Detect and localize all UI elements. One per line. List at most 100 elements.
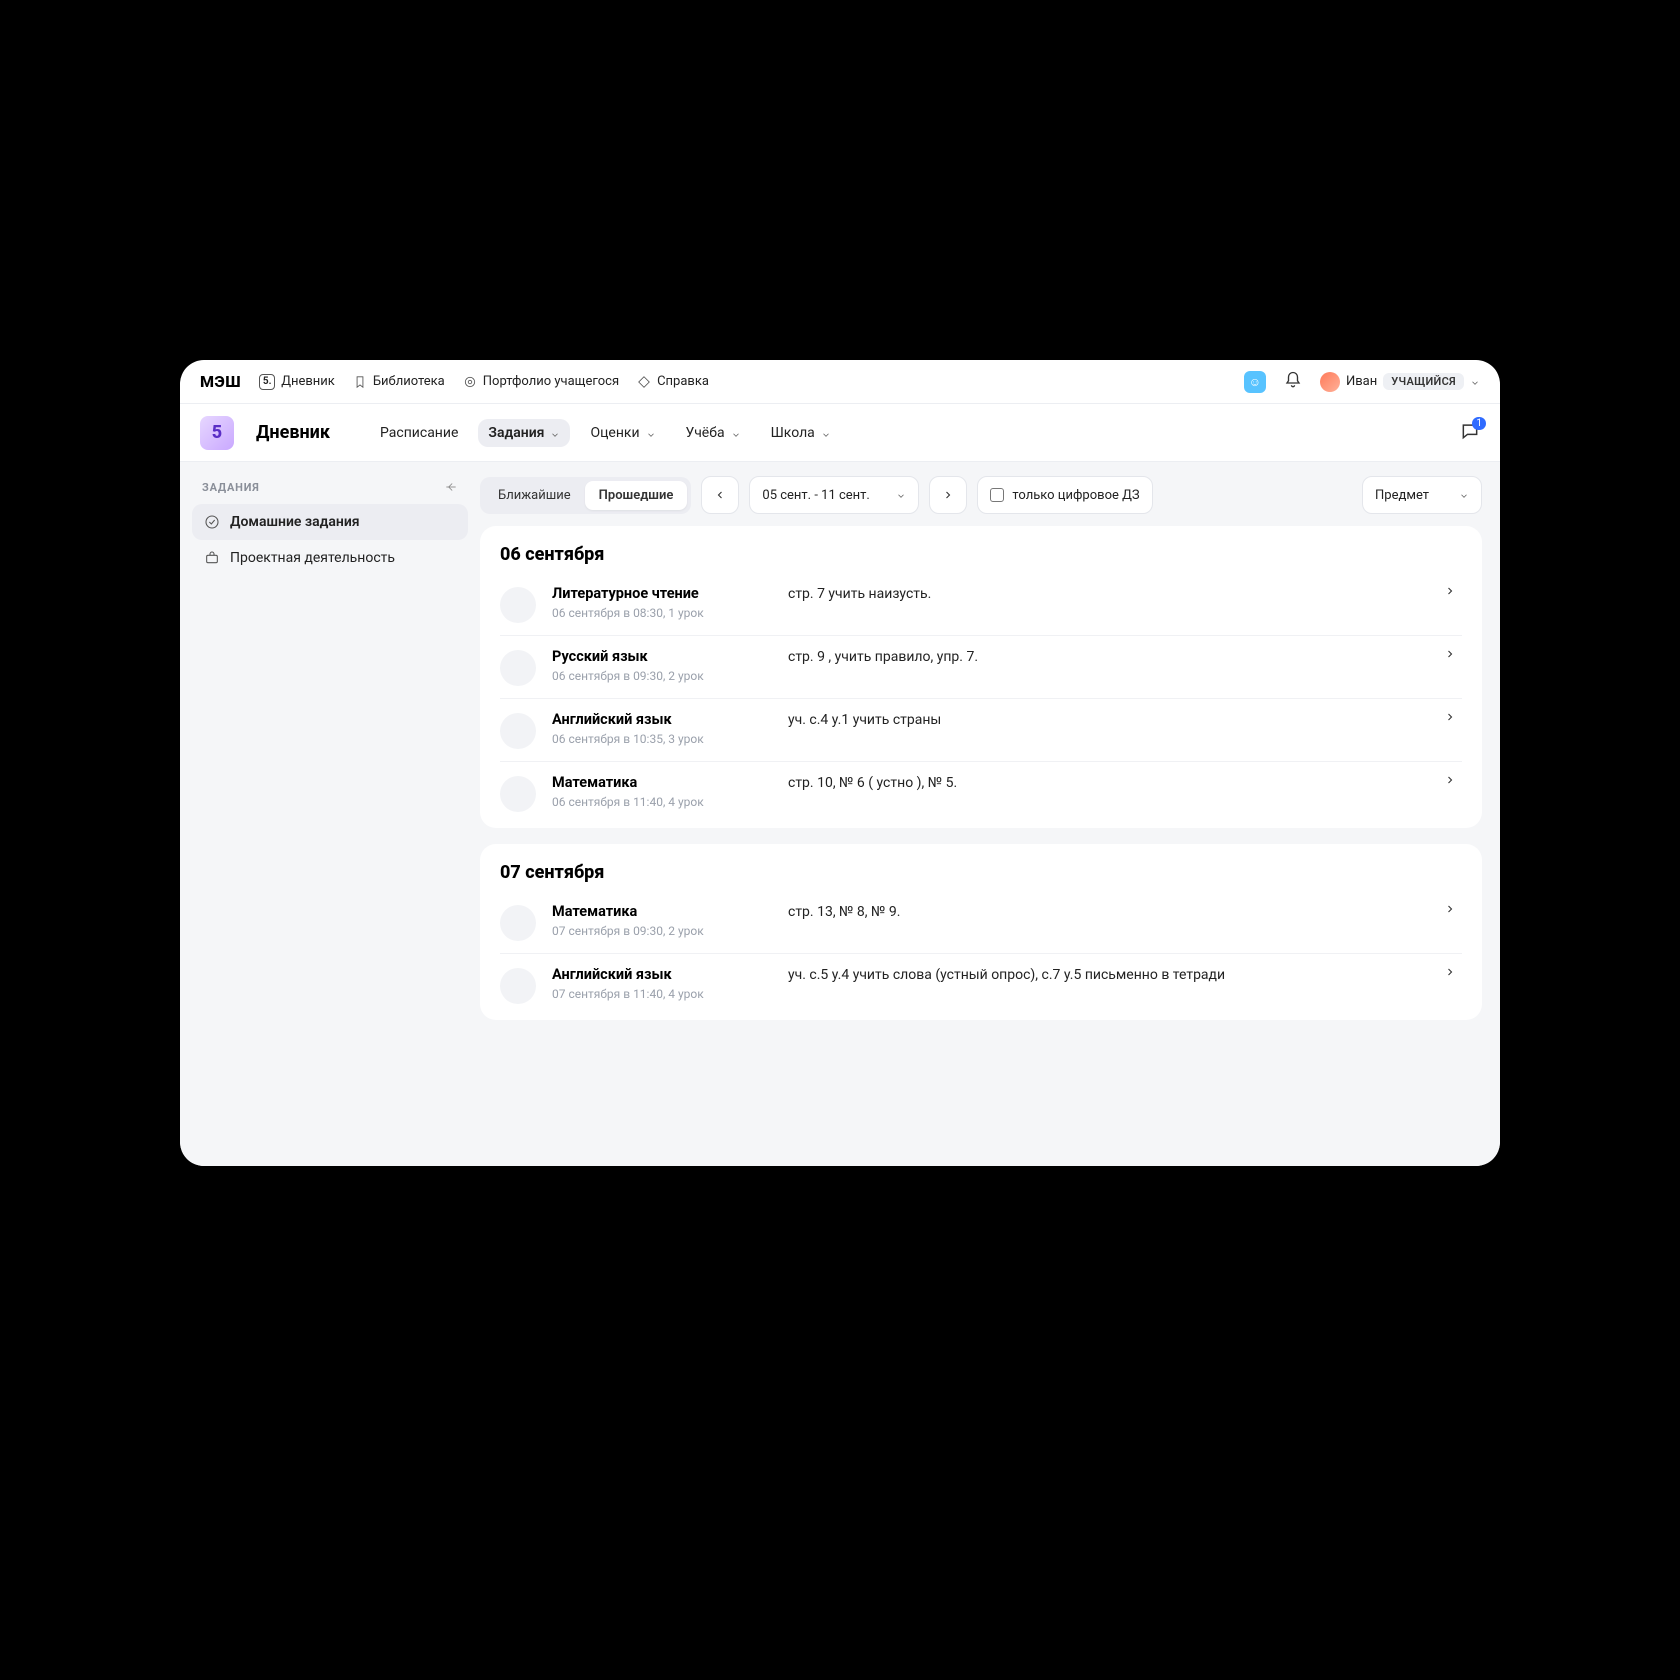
subject-name: Английский язык	[552, 966, 772, 983]
assignment-text: уч. с.4 у.1 учить страны	[788, 711, 1428, 728]
sidebar-item-label: Домашние задания	[230, 514, 360, 530]
top-nav-help[interactable]: Справка	[637, 374, 709, 389]
assignment-row[interactable]: Математика 06 сентября в 11:40, 4 урок стр…	[500, 761, 1462, 824]
sidebar-item-label: Проектная деятельность	[230, 550, 395, 566]
tab-tasks[interactable]: Задания	[478, 419, 570, 447]
date-range-value: 05 сент. - 11 сент.	[762, 488, 869, 503]
subject-select-label: Предмет	[1375, 488, 1429, 503]
assignment-meta: Математика 07 сентября в 09:30, 2 урок	[552, 903, 772, 938]
date-prev-button[interactable]	[701, 476, 739, 514]
collapse-icon[interactable]	[444, 480, 458, 494]
help-icon	[637, 375, 651, 389]
briefcase-icon	[204, 550, 220, 566]
tab-grades-label: Оценки	[590, 425, 639, 441]
check-circle-icon	[204, 514, 220, 530]
segment-upcoming[interactable]: Ближайшие	[484, 481, 585, 510]
user-role-badge: УЧАЩИЙСЯ	[1383, 373, 1464, 390]
sidebar-item-projects[interactable]: Проектная деятельность	[192, 540, 468, 576]
subject-name: Математика	[552, 774, 772, 791]
messages-button[interactable]: 1	[1460, 421, 1480, 445]
sidebar: ЗАДАНИЯ Домашние задания Проектная деяте…	[180, 462, 480, 1166]
grade-tile: 5	[200, 416, 234, 450]
chevron-down-icon	[821, 428, 831, 438]
subject-name: Английский язык	[552, 711, 772, 728]
assignment-row[interactable]: Английский язык07 сентября в 11:40, 4 ур…	[500, 953, 1462, 1016]
lesson-time: 06 сентября в 09:30, 2 урок	[552, 669, 772, 683]
subject-avatar	[500, 650, 536, 686]
lesson-time: 07 сентября в 09:30, 2 урок	[552, 924, 772, 938]
assignment-text: стр. 10, № 6 ( устно ), № 5.	[788, 774, 1428, 791]
subject-avatar	[500, 968, 536, 1004]
sub-header: 5 Дневник Расписание Задания Оценки Учёб…	[180, 404, 1500, 462]
lesson-time: 06 сентября в 08:30, 1 урок	[552, 606, 772, 620]
time-segment: Ближайшие Прошедшие	[480, 477, 691, 514]
tab-school[interactable]: Школа	[761, 419, 841, 447]
app-window: МЭШ 5. Дневник Библиотека Портфолио учащ…	[180, 360, 1500, 1166]
chevron-right-icon	[1444, 711, 1462, 723]
chevron-right-icon	[1444, 774, 1462, 786]
subject-avatar	[500, 713, 536, 749]
avatar-icon	[1320, 372, 1340, 392]
sidebar-item-homework[interactable]: Домашние задания	[192, 504, 468, 540]
chevron-down-icon	[646, 428, 656, 438]
assignment-meta: Математика 06 сентября в 11:40, 4 урок	[552, 774, 772, 809]
subject-name: Русский язык	[552, 648, 772, 665]
checkbox-icon	[990, 488, 1004, 502]
section-tabs: Расписание Задания Оценки Учёба Школа	[370, 419, 841, 447]
assignment-text: стр. 7 учить наизусть.	[788, 585, 1428, 602]
day-heading: 07 сентября	[500, 862, 1462, 883]
date-range-select[interactable]: 05 сент. - 11 сент.	[749, 476, 919, 514]
chevron-down-icon	[1470, 377, 1480, 387]
top-nav: МЭШ 5. Дневник Библиотека Портфолио учащ…	[180, 360, 1500, 404]
subject-name: Литературное чтение	[552, 585, 772, 602]
top-nav-diary-label: Дневник	[281, 374, 335, 389]
tab-schedule-label: Расписание	[380, 425, 458, 441]
messages-count-badge: 1	[1472, 417, 1486, 430]
top-nav-library-label: Библиотека	[373, 374, 445, 389]
assignment-row[interactable]: Английский язык06 сентября в 10:35, 3 ур…	[500, 698, 1462, 761]
user-menu[interactable]: Иван УЧАЩИЙСЯ	[1320, 372, 1480, 392]
tab-study[interactable]: Учёба	[676, 419, 751, 447]
subject-avatar	[500, 905, 536, 941]
top-nav-portfolio[interactable]: Портфолио учащегося	[463, 374, 619, 389]
notifications-icon[interactable]	[1284, 371, 1302, 393]
top-nav-diary[interactable]: 5. Дневник	[259, 374, 335, 390]
top-nav-portfolio-label: Портфолио учащегося	[483, 374, 619, 389]
user-name: Иван	[1346, 374, 1377, 389]
subject-select[interactable]: Предмет	[1362, 476, 1482, 514]
chevron-down-icon	[731, 428, 741, 438]
content-body: ЗАДАНИЯ Домашние задания Проектная деяте…	[180, 462, 1500, 1166]
segment-past[interactable]: Прошедшие	[585, 481, 688, 510]
page-title: Дневник	[256, 422, 330, 443]
assignment-row[interactable]: Литературное чтение 06 сентября в 08:30, …	[500, 573, 1462, 635]
chevron-right-icon	[1444, 966, 1462, 978]
chevron-right-icon	[1444, 648, 1462, 660]
date-next-button[interactable]	[929, 476, 967, 514]
tab-grades[interactable]: Оценки	[580, 419, 665, 447]
assignment-text: стр. 9 , учить правило, упр. 7.	[788, 648, 1428, 665]
day-card: 06 сентября Литературное чтение 06 сентябр…	[480, 526, 1482, 828]
tab-school-label: Школа	[771, 425, 815, 441]
lesson-time: 06 сентября в 11:40, 4 урок	[552, 795, 772, 809]
subject-avatar	[500, 776, 536, 812]
chevron-down-icon	[1459, 490, 1469, 500]
top-nav-library[interactable]: Библиотека	[353, 374, 445, 389]
logo: МЭШ	[200, 372, 241, 391]
feedback-icon[interactable]: ☺	[1244, 371, 1266, 393]
day-heading: 06 сентября	[500, 544, 1462, 565]
assignment-meta: Русский язык 06 сентября в 09:30, 2 урок	[552, 648, 772, 683]
assignment-row[interactable]: Русский язык 06 сентября в 09:30, 2 урок с…	[500, 635, 1462, 698]
assignment-meta: Литературное чтение 06 сентября в 08:30, …	[552, 585, 772, 620]
target-icon	[463, 375, 477, 389]
tab-schedule[interactable]: Расписание	[370, 419, 468, 447]
assignment-meta: Английский язык06 сентября в 10:35, 3 ур…	[552, 711, 772, 746]
assignment-row[interactable]: Математика07 сентября в 09:30, 2 урокстр…	[500, 891, 1462, 953]
assignment-text: уч. с.5 у.4 учить слова (устный опрос), …	[788, 966, 1428, 983]
day-card: 07 сентября Математика 07 сентября в 09:30…	[480, 844, 1482, 1020]
chevron-down-icon	[896, 490, 906, 500]
chevron-right-icon	[1444, 585, 1462, 597]
digital-only-toggle[interactable]: только цифровое ДЗ	[977, 476, 1152, 514]
sidebar-heading: ЗАДАНИЯ	[192, 480, 468, 504]
tab-study-label: Учёба	[686, 425, 725, 441]
subject-name: Математика	[552, 903, 772, 920]
